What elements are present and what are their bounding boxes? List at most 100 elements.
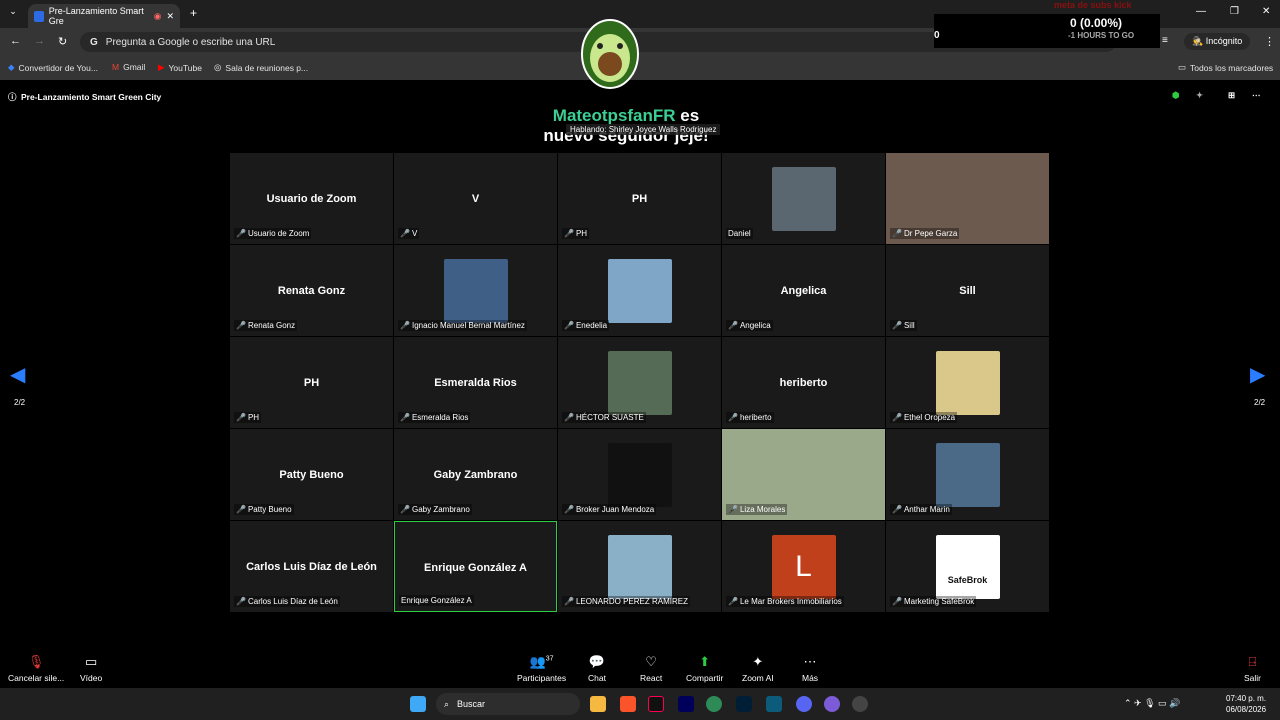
prev-page-icon[interactable]: ◀ [10, 362, 25, 387]
info-icon[interactable]: ⓘ [8, 91, 17, 103]
next-page-icon[interactable]: ▶ [1250, 362, 1265, 387]
taskbar-search[interactable]: ⌕ Buscar [436, 693, 580, 715]
back-icon[interactable]: ← [10, 35, 21, 47]
participant-tile[interactable]: PH 🎤 PH [558, 153, 721, 244]
mic-muted-icon: 🎤 [728, 321, 738, 330]
bookmark-label: Convertidor de You... [18, 62, 98, 73]
participant-label-text: PH [247, 413, 260, 422]
participant-label: 🎤 Anthar Marin [890, 504, 952, 515]
obs-icon[interactable] [824, 696, 840, 712]
browser-tab[interactable]: Pre-Lanzamiento Smart Gre ◉ ✕ [28, 4, 180, 28]
participant-tile[interactable]: Esmeralda Rios 🎤 Esmeralda Rios [394, 337, 557, 428]
tray-icons[interactable]: ⌃ ✈ 🎙 ▭ 🔊 [1124, 698, 1180, 709]
participant-tile[interactable]: 🎤 Anthar Marin [886, 429, 1049, 520]
chrome-icon[interactable] [706, 696, 722, 712]
more-icon[interactable]: ⋯ [1252, 90, 1261, 101]
participant-tile[interactable]: 🎤 HÉCTOR SUASTE [558, 337, 721, 428]
participant-tile[interactable]: Carlos Luis Díaz de León 🎤 Carlos Luis Día… [230, 521, 393, 612]
participant-tile[interactable]: Enrique González A Enrique González A [394, 521, 557, 612]
more-label: Más [802, 673, 819, 683]
new-tab-icon[interactable]: + [190, 6, 197, 20]
reload-icon[interactable]: ↻ [58, 35, 67, 48]
recording-icon: ◉ [153, 10, 162, 21]
share-label: Compartir [686, 673, 724, 683]
more-button[interactable]: ⋯ Más [802, 654, 818, 683]
participant-tile[interactable]: 🎤 Liza Morales [722, 429, 885, 520]
participant-tile[interactable]: 🎤 Ignacio Manuel Bernal Martínez [394, 245, 557, 336]
participant-tile[interactable]: SafeBrok 🎤 Marketing SafeBrok [886, 521, 1049, 612]
mute-button[interactable]: 🎙 Cancelar sile... [8, 654, 64, 683]
participant-tile[interactable]: Sill 🎤 Sill [886, 245, 1049, 336]
participant-tile[interactable]: Renata Gonz 🎤 Renata Gonz [230, 245, 393, 336]
settings-icon[interactable] [852, 696, 868, 712]
photoshop-icon[interactable] [736, 696, 752, 712]
vscode-icon[interactable] [766, 696, 782, 712]
mic-muted-icon: 🎤 [728, 413, 738, 422]
tab-close-icon[interactable]: ✕ [166, 11, 174, 22]
bookmark-item[interactable]: M Gmail [112, 62, 145, 72]
mic-muted-icon: 🎤 [400, 505, 410, 514]
tiktok-icon[interactable] [648, 696, 664, 712]
participant-tile[interactable]: Patty Bueno 🎤 Patty Bueno [230, 429, 393, 520]
participant-tile[interactable]: Usuario de Zoom 🎤 Usuario de Zoom [230, 153, 393, 244]
share-button[interactable]: ⬆ Compartir [686, 654, 723, 683]
participant-tile[interactable]: 🎤 Broker Juan Mendoza [558, 429, 721, 520]
participant-label: 🎤 LEONARDO PEREZ RAMIREZ [562, 596, 690, 607]
menu-icon[interactable]: ⋮ [1264, 35, 1275, 48]
leave-button[interactable]: ⍈ Salir [1244, 654, 1261, 683]
participant-label-text: heriberto [739, 413, 772, 422]
participant-label: 🎤 Angelica [726, 320, 773, 331]
forward-icon[interactable]: → [34, 35, 45, 47]
video-button[interactable]: ▭ Vídeo [80, 654, 102, 683]
participant-avatar [771, 167, 836, 231]
participant-tile[interactable]: V 🎤 V [394, 153, 557, 244]
participant-tile[interactable]: 🎤 Dr Pepe Garza [886, 153, 1049, 244]
bookmark-item[interactable]: ◆ Convertidor de You... [8, 62, 98, 73]
participant-name: Usuario de Zoom [266, 193, 357, 205]
participant-tile[interactable]: 🎤 LEONARDO PEREZ RAMIREZ [558, 521, 721, 612]
goal-percent: 0 (0.00%) [1070, 16, 1123, 30]
tab-search-icon[interactable]: ⌄ [6, 6, 20, 20]
sparkle-icon: ✦ [752, 654, 764, 669]
file-explorer-icon[interactable] [590, 696, 606, 712]
participant-label: 🎤 heriberto [726, 412, 774, 423]
start-icon[interactable] [410, 696, 426, 712]
speaking-indicator: Hablando: Shirley Joyce Walls Rodriguez [566, 124, 721, 135]
incognito-badge[interactable]: 🕵 Incógnito [1184, 33, 1251, 50]
participant-tile[interactable]: Gaby Zambrano 🎤 Gaby Zambrano [394, 429, 557, 520]
participant-tile[interactable]: Daniel [722, 153, 885, 244]
chat-button[interactable]: 💬 Chat [588, 654, 606, 683]
zoom-ai-button[interactable]: ✦ Zoom AI [742, 654, 774, 683]
brave-icon[interactable] [620, 696, 636, 712]
bookmark-item[interactable]: ▶ YouTube [158, 62, 202, 73]
minimize-icon[interactable]: — [1196, 6, 1206, 17]
media-control-icon[interactable]: ≡ [1162, 35, 1168, 46]
participant-label: 🎤 Dr Pepe Garza [890, 228, 960, 239]
bookmark-item[interactable]: ◎ Sala de reuniones p... [214, 62, 308, 73]
participant-label-text: Angelica [739, 321, 771, 330]
participant-tile[interactable]: L 🎤 Le Mar Brokers Inmobiliarios [722, 521, 885, 612]
react-button[interactable]: ♡ React [640, 654, 662, 683]
participant-tile[interactable]: heriberto 🎤 heriberto [722, 337, 885, 428]
shield-icon[interactable]: ⬢ [1172, 90, 1179, 101]
premiere-icon[interactable] [678, 696, 694, 712]
all-bookmarks[interactable]: ▭ Todos los marcadores [1178, 62, 1273, 73]
participant-name: V [471, 193, 480, 205]
pin-icon[interactable]: ✦ [1196, 90, 1203, 101]
window-close-icon[interactable]: ✕ [1262, 6, 1270, 17]
participant-tile[interactable]: PH 🎤 PH [230, 337, 393, 428]
participant-tile[interactable]: 🎤 Ethel Oropeza [886, 337, 1049, 428]
participant-avatar [607, 259, 672, 323]
participant-tile[interactable]: Angelica 🎤 Angelica [722, 245, 885, 336]
participants-button[interactable]: 👥37 Participantes [517, 654, 566, 683]
maximize-icon[interactable]: ❐ [1230, 6, 1239, 17]
participant-label: 🎤 HÉCTOR SUASTE [562, 412, 646, 423]
participant-tile[interactable]: 🎤 Enedelia [558, 245, 721, 336]
discord-icon[interactable] [796, 696, 812, 712]
clock[interactable]: 07:40 p. m. 06/08/2026 [1226, 693, 1266, 715]
grid-view-icon[interactable]: ⊞ [1228, 90, 1235, 101]
more-dots-icon: ⋯ [803, 654, 817, 669]
participant-label: 🎤 V [398, 228, 420, 239]
heart-icon: ♡ [645, 654, 657, 669]
leave-icon: ⍈ [1248, 654, 1257, 669]
